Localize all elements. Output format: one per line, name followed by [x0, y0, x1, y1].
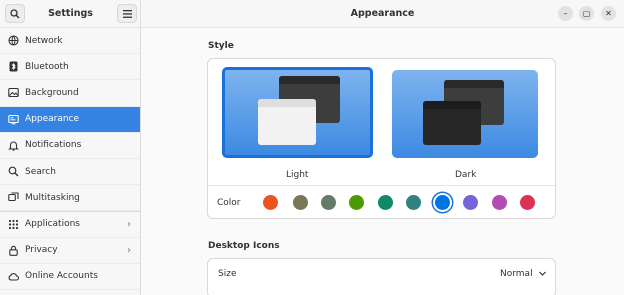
- maximize-button[interactable]: ▢: [579, 6, 594, 21]
- sidebar-item-network[interactable]: Network: [0, 28, 140, 55]
- color-swatch-sage[interactable]: [321, 195, 336, 210]
- color-swatch-red[interactable]: [520, 195, 535, 210]
- sidebar-header: Settings: [0, 0, 140, 28]
- bluetooth-icon: [8, 61, 19, 72]
- sidebar-item-label: Online Accounts: [25, 271, 98, 282]
- theme-dark-option[interactable]: [392, 70, 538, 158]
- minimize-button[interactable]: –: [558, 6, 573, 21]
- cloud-icon: [8, 271, 19, 282]
- color-label: Color: [217, 198, 241, 208]
- chevron-right-icon: ›: [127, 218, 131, 230]
- size-dropdown[interactable]: Normal: [500, 269, 533, 279]
- sidebar-item-label: Applications: [25, 219, 80, 230]
- sidebar-item-label: Bluetooth: [25, 61, 69, 72]
- sidebar-item-label: Network: [25, 35, 63, 46]
- sidebar-item-appearance[interactable]: Appearance: [0, 106, 140, 133]
- sidebar-item-multitasking[interactable]: Multitasking: [0, 185, 140, 212]
- preview-window-front: [258, 99, 316, 145]
- close-icon: ✕: [605, 9, 612, 18]
- sidebar-item-online-accounts[interactable]: Online Accounts: [0, 264, 140, 290]
- color-swatch-magenta[interactable]: [492, 195, 507, 210]
- color-swatch-prussian-green[interactable]: [406, 195, 421, 210]
- theme-dark-label: Dark: [455, 170, 477, 180]
- sidebar-item-label: Background: [25, 87, 79, 98]
- bell-icon: [8, 140, 19, 151]
- chevron-down-icon[interactable]: [538, 269, 547, 278]
- minimize-icon: –: [563, 9, 568, 18]
- search-icon: [8, 166, 19, 177]
- style-section-title: Style: [208, 41, 234, 51]
- desktop-icons-card: Size Normal: [207, 258, 556, 295]
- sidebar-item-label: Multitasking: [25, 192, 80, 203]
- color-swatch-olive[interactable]: [349, 195, 364, 210]
- size-label: Size: [218, 269, 237, 279]
- background-icon: [8, 87, 19, 98]
- sidebar-item-label: Appearance: [25, 114, 80, 125]
- accent-color-row: Color: [208, 185, 555, 218]
- sidebar-item-label: Search: [25, 166, 56, 177]
- sidebar-item-bluetooth[interactable]: Bluetooth: [0, 54, 140, 81]
- main-panel: Appearance – ▢ ✕ Style Light Dark Color …: [141, 0, 624, 295]
- theme-light-option[interactable]: [222, 67, 373, 158]
- sidebar-item-search[interactable]: Search: [0, 159, 140, 186]
- color-swatch-blue[interactable]: [435, 195, 450, 210]
- sidebar-item-background[interactable]: Background: [0, 80, 140, 107]
- sidebar: Settings Network Bluetooth Background Ap…: [0, 0, 141, 295]
- sidebar-item-label: Notifications: [25, 140, 82, 151]
- color-swatch-orange[interactable]: [263, 195, 278, 210]
- page-title: Appearance: [350, 8, 415, 19]
- color-swatch-viridian[interactable]: [378, 195, 393, 210]
- theme-light-label: Light: [286, 170, 309, 180]
- sidebar-item-label: Privacy: [25, 245, 58, 256]
- maximize-icon: ▢: [582, 9, 591, 18]
- sidebar-item-notifications[interactable]: Notifications: [0, 133, 140, 159]
- header-bar: Appearance – ▢ ✕: [141, 0, 624, 28]
- close-button[interactable]: ✕: [601, 6, 616, 21]
- color-swatch-bark[interactable]: [293, 195, 308, 210]
- sidebar-item-privacy[interactable]: Privacy ›: [0, 238, 140, 264]
- appearance-icon: [8, 114, 19, 125]
- color-swatch-purple[interactable]: [463, 195, 478, 210]
- menu-button[interactable]: [117, 4, 137, 23]
- sidebar-item-applications[interactable]: Applications ›: [0, 211, 140, 238]
- network-icon: [8, 35, 19, 46]
- apps-icon: [8, 219, 19, 230]
- desktop-icons-section-title: Desktop Icons: [208, 241, 280, 251]
- preview-window-front: [423, 101, 481, 145]
- chevron-right-icon: ›: [127, 244, 131, 256]
- lock-icon: [8, 245, 19, 256]
- style-card: Light Dark Color: [207, 58, 556, 219]
- hamburger-icon: [122, 9, 132, 18]
- multitasking-icon: [8, 192, 19, 203]
- sidebar-list: Network Bluetooth Background Appearance …: [0, 28, 140, 290]
